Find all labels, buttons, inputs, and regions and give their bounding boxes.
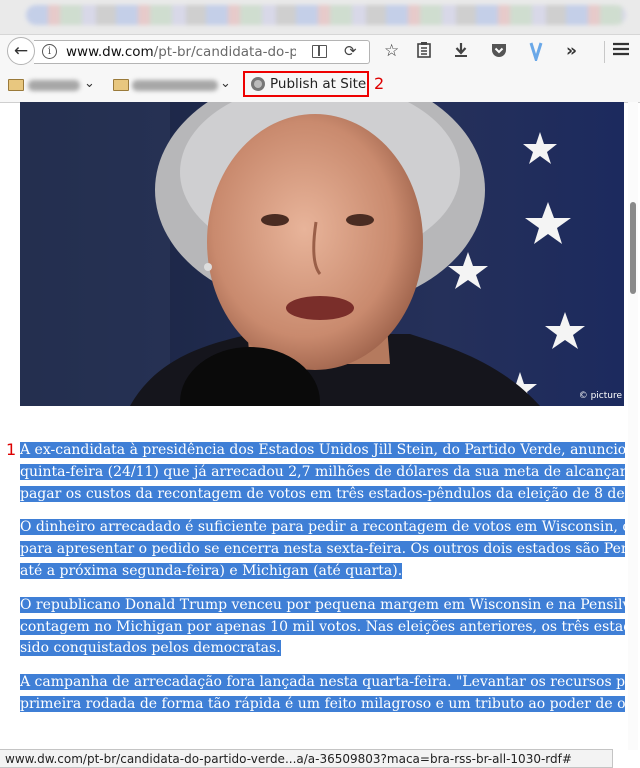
page-scrollbar[interactable]: [628, 102, 638, 750]
annotation-number-1: 1: [6, 440, 17, 459]
article-paragraph: A ex-candidata à presidência dos Estados…: [20, 440, 625, 505]
text-line: até a próxima segunda-feira) e Michigan …: [20, 562, 403, 579]
status-bar-link-url: www.dw.com/pt-br/candidata-do-partido-ve…: [0, 749, 613, 768]
bookmark-star-icon[interactable]: ☆: [384, 41, 399, 61]
reading-list-icon[interactable]: [416, 41, 432, 64]
globe-icon: [251, 77, 265, 91]
article-paragraph: O republicano Donald Trump venceu por pe…: [20, 595, 625, 660]
chevron-down-icon[interactable]: ⌄: [84, 76, 95, 91]
hamburger-menu-icon[interactable]: [612, 41, 630, 62]
article-paragraph: O dinheiro arrecadado é suficiente para …: [20, 517, 625, 582]
text-line: A ex-candidata à presidência dos Estados…: [20, 442, 625, 458]
back-button[interactable]: ←: [7, 37, 35, 65]
text-line: para apresentar o pedido se encerra nest…: [20, 541, 625, 558]
article-body[interactable]: A ex-candidata à presidência dos Estados…: [20, 440, 625, 750]
text-line: contagem no Michigan por apenas 10 mil v…: [20, 618, 625, 635]
reload-icon[interactable]: ⟳: [344, 42, 357, 60]
annotation-number-2: 2: [374, 74, 385, 93]
photo-credit: © picture: [578, 391, 622, 401]
article-photo: © picture: [20, 102, 624, 406]
bookmark-folder-1-label-blurred[interactable]: [28, 80, 80, 91]
tab-strip[interactable]: [0, 0, 640, 34]
text-line: sido conquistados pelos democratas.: [20, 640, 281, 657]
text-line: quinta-feira (24/11) que já arrecadou 2,…: [20, 463, 625, 480]
bookmarks-toolbar: ⌄ ⌄ Publish at Site 2: [0, 68, 640, 103]
overflow-chevrons-icon[interactable]: »: [566, 41, 577, 61]
text-line: O dinheiro arrecadado é suficiente para …: [20, 519, 625, 536]
url-text[interactable]: www.dw.com/pt-br/candidata-do-p: [66, 44, 296, 60]
publish-at-site-bookmark[interactable]: Publish at Site: [243, 71, 369, 97]
scrollbar-thumb[interactable]: [630, 202, 636, 294]
blurred-tabs: [26, 5, 626, 25]
folder-icon: [113, 79, 129, 91]
text-line: pagar os custos da recontagem de votos e…: [20, 485, 625, 502]
url-bar[interactable]: i www.dw.com/pt-br/candidata-do-p ⟳: [34, 40, 370, 64]
reader-view-icon[interactable]: [312, 45, 327, 58]
chevron-down-icon[interactable]: ⌄: [220, 76, 231, 91]
navigation-toolbar: i www.dw.com/pt-br/candidata-do-p ⟳ ← ☆ …: [0, 34, 640, 69]
text-line: primeira rodada de forma tão rápida é um…: [20, 695, 625, 712]
download-icon[interactable]: [453, 41, 469, 64]
back-arrow-icon: ←: [13, 41, 29, 61]
text-line: A campanha de arrecadação fora lançada n…: [20, 674, 625, 691]
extension-v-icon[interactable]: [528, 41, 544, 66]
publish-at-site-label[interactable]: Publish at Site: [270, 76, 366, 92]
article-paragraph: A campanha de arrecadação fora lançada n…: [20, 672, 625, 716]
toolbar-separator: [604, 41, 605, 63]
text-line: O republicano Donald Trump venceu por pe…: [20, 596, 625, 613]
photo-illustration: [20, 102, 624, 406]
url-host: www.dw.com: [66, 44, 154, 60]
bookmark-folder-2-label-blurred[interactable]: [132, 80, 218, 91]
folder-icon: [8, 79, 24, 91]
url-path: /pt-br/candidata-do-p: [153, 44, 296, 60]
pocket-icon[interactable]: [490, 41, 508, 64]
site-info-icon[interactable]: i: [42, 44, 57, 59]
